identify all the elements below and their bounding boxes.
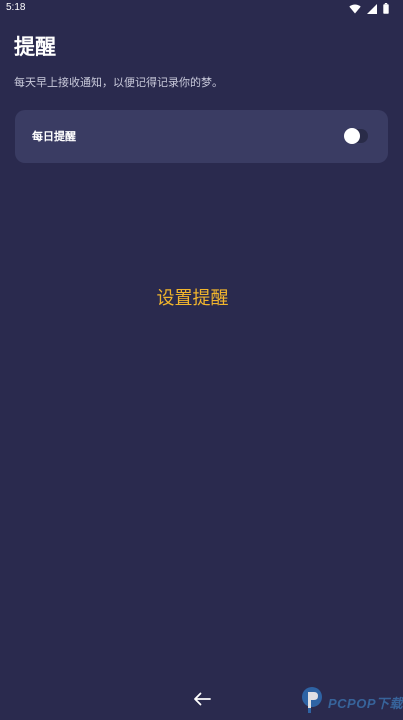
wifi-icon (349, 4, 361, 14)
battery-icon (383, 3, 389, 14)
status-time: 5:18 (6, 2, 26, 13)
watermark: PCPOP下载 (299, 686, 403, 718)
watermark-logo-icon (299, 686, 325, 718)
status-bar: 5:18 (0, 0, 403, 18)
toggle-thumb (344, 128, 360, 144)
page-subtitle: 每天早上接收通知，以便记得记录你的梦。 (14, 76, 223, 89)
set-reminder-button[interactable]: 设置提醒 (0, 286, 385, 312)
daily-reminder-card: 每日提醒 (15, 110, 388, 163)
status-icons (349, 3, 389, 14)
daily-reminder-label: 每日提醒 (32, 130, 76, 143)
daily-reminder-toggle[interactable] (344, 128, 368, 144)
signal-icon (367, 3, 377, 14)
back-button[interactable] (190, 689, 214, 711)
watermark-text: PCPOP下载 (327, 695, 403, 711)
page-title: 提醒 (14, 35, 56, 59)
arrow-left-icon (193, 691, 211, 710)
